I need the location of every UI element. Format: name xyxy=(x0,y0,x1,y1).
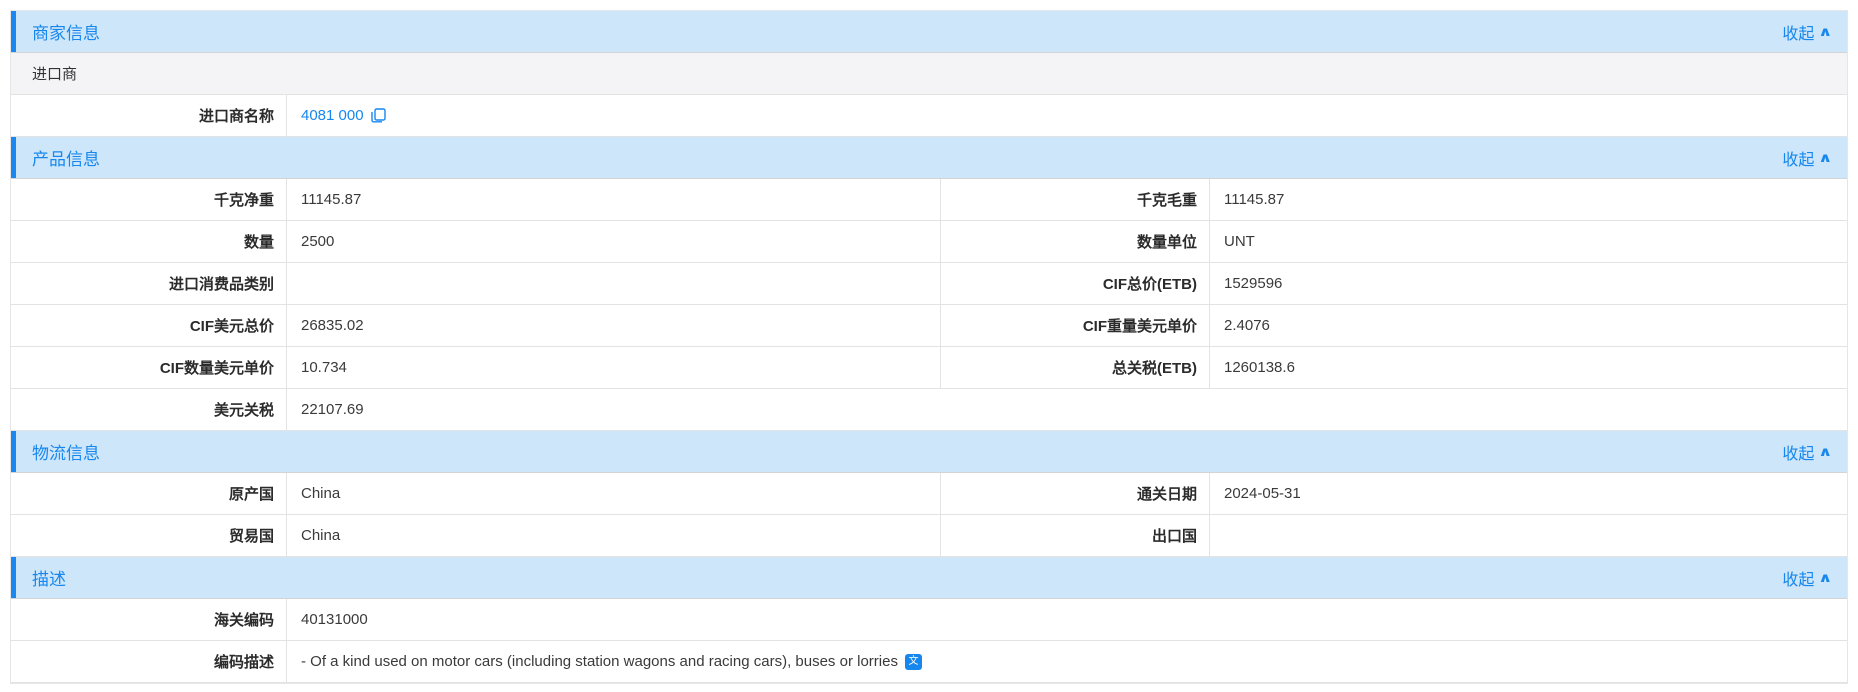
section-body: 原产国 China 通关日期 2024-05-31 贸易国 China 出口国 xyxy=(11,473,1847,557)
row-value: 4081 000 xyxy=(287,95,1847,136)
row-value xyxy=(287,263,941,304)
subheader-row: 进口商 xyxy=(11,53,1847,95)
row-label: 进口商名称 xyxy=(11,95,287,136)
section-header-description: 描述 收起 ∧ xyxy=(11,557,1847,599)
section-logistics: 物流信息 收起 ∧ 原产国 China 通关日期 2024-05-31 贸易国 China 出… xyxy=(11,431,1847,557)
table-row: 海关编码 40131000 xyxy=(11,599,1847,641)
section-title: 商家信息 xyxy=(32,19,100,44)
collapse-label: 收起 xyxy=(1782,566,1814,590)
table-row: 千克净重 11145.87 千克毛重 11145.87 xyxy=(11,179,1847,221)
table-row: 美元关税 22107.69 xyxy=(11,389,1847,431)
table-row: CIF数量美元单价 10.734 总关税(ETB) 1260138.6 xyxy=(11,347,1847,389)
section-header-logistics: 物流信息 收起 ∧ xyxy=(11,431,1847,473)
collapse-toggle[interactable]: 收起 ∧ xyxy=(1782,20,1831,44)
section-body: 千克净重 11145.87 千克毛重 11145.87 数量 2500 数量单位 UNT 进口消… xyxy=(11,179,1847,431)
row-label: 数量单位 xyxy=(941,221,1210,262)
value-text: 26835.02 xyxy=(301,317,364,334)
row-value: 11145.87 xyxy=(1210,179,1847,220)
row-label: CIF美元总价 xyxy=(11,305,287,346)
row-label: 编码描述 xyxy=(11,641,287,682)
section-title: 物流信息 xyxy=(32,439,100,464)
value-text: 2024-05-31 xyxy=(1224,485,1301,502)
row-value: China xyxy=(287,473,941,514)
table-row: 进口商名称 4081 000 xyxy=(11,95,1847,137)
row-value: - Of a kind used on motor cars (includin… xyxy=(287,641,1847,682)
chevron-up-icon: ∧ xyxy=(1819,444,1833,460)
row-value: 2500 xyxy=(287,221,941,262)
section-merchant: 商家信息 收起 ∧ 进口商进口商名称 4081 000 xyxy=(11,11,1847,137)
collapse-toggle[interactable]: 收起 ∧ xyxy=(1782,440,1831,464)
accent-bar xyxy=(11,431,16,472)
collapse-label: 收起 xyxy=(1782,146,1814,170)
row-value: 11145.87 xyxy=(287,179,941,220)
copy-icon[interactable] xyxy=(371,108,386,123)
accent-bar xyxy=(11,11,16,52)
table-row: CIF美元总价 26835.02 CIF重量美元单价 2.4076 xyxy=(11,305,1847,347)
row-label: 数量 xyxy=(11,221,287,262)
value-text: UNT xyxy=(1224,233,1255,250)
row-label: 总关税(ETB) xyxy=(941,347,1210,388)
value-text: 11145.87 xyxy=(301,191,361,208)
row-value: 22107.69 xyxy=(287,389,1847,430)
row-label: 原产国 xyxy=(11,473,287,514)
translate-icon[interactable]: 文 xyxy=(905,654,922,670)
collapse-label: 收起 xyxy=(1782,20,1814,44)
row-value: China xyxy=(287,515,941,556)
row-value: 26835.02 xyxy=(287,305,941,346)
table-row: 贸易国 China 出口国 xyxy=(11,515,1847,557)
value-text: 1529596 xyxy=(1224,275,1282,292)
row-label: 出口国 xyxy=(941,515,1210,556)
section-header-product: 产品信息 收起 ∧ xyxy=(11,137,1847,179)
collapse-label: 收起 xyxy=(1782,440,1814,464)
row-value: 40131000 xyxy=(287,599,1847,640)
row-label: 千克毛重 xyxy=(941,179,1210,220)
value-link[interactable]: 4081 000 xyxy=(301,107,364,124)
value-text: 2.4076 xyxy=(1224,317,1270,334)
row-label: 通关日期 xyxy=(941,473,1210,514)
section-product: 产品信息 收起∧ 千克净重11145.87千克毛重11145.87数量2500数… xyxy=(11,137,1847,431)
value-text: 2500 xyxy=(301,233,334,250)
accent-bar xyxy=(11,557,16,598)
row-value: 2024-05-31 xyxy=(1210,473,1847,514)
chevron-up-icon: ∧ xyxy=(1819,570,1833,586)
table-row: 编码描述 - Of a kind used on motor cars (incl… xyxy=(11,641,1847,683)
value-text: China xyxy=(301,485,340,502)
detail-page: 商家信息 收起 ∧ 进口商进口商名称 4081 000 产品信息 收起 ∧ 千克净重 1… xyxy=(10,10,1848,684)
row-label: CIF总价(ETB) xyxy=(941,263,1210,304)
row-label: 贸易国 xyxy=(11,515,287,556)
section-header-merchant: 商家信息 收起 ∧ xyxy=(11,11,1847,53)
row-label: CIF数量美元单价 xyxy=(11,347,287,388)
row-label: 海关编码 xyxy=(11,599,287,640)
section-description: 描述 收起 ∧ 海关编码 40131000 编码描述 - Of a kind used … xyxy=(11,557,1847,683)
row-label: CIF重量美元单价 xyxy=(941,305,1210,346)
value-text: 40131000 xyxy=(301,611,368,628)
collapse-toggle[interactable]: 收起 ∧ xyxy=(1782,146,1831,170)
row-value: UNT xyxy=(1210,221,1847,262)
row-value: 2.4076 xyxy=(1210,305,1847,346)
chevron-up-icon: ∧ xyxy=(1819,150,1833,166)
row-label: 千克净重 xyxy=(11,179,287,220)
row-value: 1529596 xyxy=(1210,263,1847,304)
row-value: 10.734 xyxy=(287,347,941,388)
section-title: 描述 xyxy=(32,565,66,590)
value-text: - Of a kind used on motor cars (includin… xyxy=(301,653,898,670)
value-text: 11145.87 xyxy=(1224,191,1284,208)
section-title: 产品信息 xyxy=(32,145,100,170)
value-text: 22107.69 xyxy=(301,401,364,418)
table-row: 进口消费品类别 CIF总价(ETB) 1529596 xyxy=(11,263,1847,305)
value-text: China xyxy=(301,527,340,544)
row-value: 1260138.6 xyxy=(1210,347,1847,388)
row-label: 美元关税 xyxy=(11,389,287,430)
accent-bar xyxy=(11,137,16,178)
section-body: 进口商进口商名称 4081 000 xyxy=(11,53,1847,137)
chevron-up-icon: ∧ xyxy=(1819,24,1833,40)
section-body: 海关编码 40131000 编码描述 - Of a kind used on moto… xyxy=(11,599,1847,683)
table-row: 原产国 China 通关日期 2024-05-31 xyxy=(11,473,1847,515)
table-row: 数量 2500 数量单位 UNT xyxy=(11,221,1847,263)
row-label: 进口消费品类别 xyxy=(11,263,287,304)
collapse-toggle[interactable]: 收起 ∧ xyxy=(1782,566,1831,590)
row-value xyxy=(1210,515,1847,556)
value-text: 10.734 xyxy=(301,359,347,376)
value-text: 1260138.6 xyxy=(1224,359,1295,376)
